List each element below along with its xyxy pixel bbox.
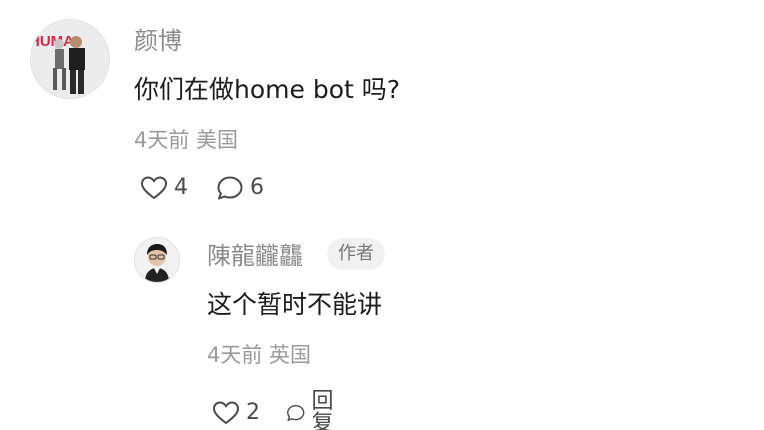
reply-count-button[interactable]: 6: [216, 175, 264, 201]
speech-bubble-icon: [217, 176, 243, 200]
reply-count: 6: [250, 175, 264, 200]
comment-meta: 4天前 美国: [134, 128, 239, 152]
reply-button[interactable]: 回复: [286, 391, 342, 430]
comment-text: 你们在做home bot 吗?: [134, 75, 401, 104]
reply-like-count: 2: [246, 400, 260, 425]
heart-outline-icon: [212, 401, 240, 425]
reply-meta: 4天前 英国: [207, 343, 312, 367]
like-count: 4: [174, 175, 188, 200]
reply-like-button[interactable]: 2: [212, 400, 260, 426]
reply-actions: 2 回复: [212, 391, 342, 430]
comment-thread: HUMA 颜博 你们在做home bot 吗? 4天前 美国 4 6 陳龍龖龘 …: [0, 0, 764, 430]
comment-actions: 4 6: [140, 175, 264, 201]
heart-outline-icon: [140, 176, 168, 200]
avatar-sign-text: HUMA: [31, 33, 74, 50]
reply-text: 这个暂时不能讲: [207, 290, 383, 319]
reply-button-label: 回复: [311, 389, 334, 430]
reply-avatar[interactable]: [134, 237, 180, 283]
speech-bubble-icon: [287, 405, 305, 421]
like-button[interactable]: 4: [140, 175, 188, 201]
reply-author-name[interactable]: 陳龍龖龘: [207, 244, 303, 268]
avatar-photo: HUMA: [31, 20, 109, 98]
reply-avatar-photo: [135, 238, 179, 282]
avatar[interactable]: HUMA: [30, 19, 110, 99]
comment-author-name[interactable]: 颜博: [134, 29, 182, 53]
author-badge: 作者: [327, 238, 385, 270]
